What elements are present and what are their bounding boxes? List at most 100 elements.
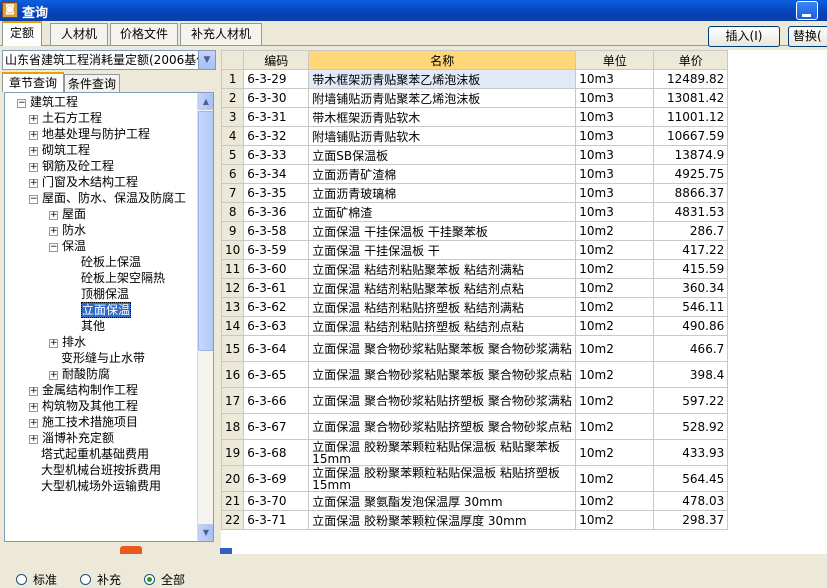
expand-icon[interactable]: + [29,131,38,140]
tree-item-label: 立面保温 [81,302,132,318]
table-row[interactable]: 15 6-3-64 立面保温 聚合物砂浆粘贴聚苯板 聚合物砂浆满粘 10m2 466.7 [221,335,729,362]
cell-name: 带木框架沥青贴聚苯乙烯泡沫板 [308,69,577,89]
row-number: 9 [221,221,245,241]
orange-icon[interactable] [120,546,142,554]
header-code[interactable]: 编码 [243,50,310,70]
table-row[interactable]: 14 6-3-63 立面保温 粘结剂粘贴挤塑板 粘结剂点粘 10m2 490.86 [221,316,729,336]
table-row[interactable]: 17 6-3-66 立面保温 聚合物砂浆粘贴挤塑板 聚合物砂浆满粘 10m2 597.2… [221,387,729,414]
chapter-tree[interactable]: − 建筑工程 + 土石方工程 + 地基处理与防护工程 + 砌筑工程 + 钢筋及砼工程 + 门窗及木结构… [4,92,214,542]
row-number: 7 [221,183,245,203]
filter-standard[interactable]: 标准 [16,572,57,588]
tree-item[interactable]: + 砌筑工程 [29,142,90,158]
tree-item[interactable]: + 屋面 [49,206,86,222]
table-row[interactable]: 12 6-3-61 立面保温 粘结剂粘贴聚苯板 粘结剂点粘 10m2 360.34 [221,278,729,298]
table-row[interactable]: 2 6-3-30 附墙铺贴沥青贴聚苯乙烯泡沫板 10m3 13081.42 [221,88,729,108]
table-row[interactable]: 6 6-3-34 立面沥青矿渣棉 10m3 4925.75 [221,164,729,184]
tree-scrollbar[interactable]: ▲ ▼ [197,93,213,541]
collapse-icon[interactable]: − [29,195,38,204]
minimize-button[interactable] [796,1,818,20]
tab-chapter-query[interactable]: 章节查询 [2,72,64,92]
blue-icon[interactable] [220,548,232,554]
quota-table[interactable]: 编码 名称 单位 单价 1 6-3-29 带木框架沥青贴聚苯乙烯泡沫板 10m3 124… [221,50,827,554]
tree-item[interactable]: 大型机械台班按拆费用 [41,462,161,478]
quota-library-select[interactable]: 山东省建筑工程消耗量定额(2006基价 ▼ [2,50,216,70]
table-row[interactable]: 22 6-3-71 立面保温 胶粉聚苯颗粒保温厚度 30mm 10m2 298.37 [221,510,729,530]
expand-icon[interactable]: + [29,147,38,156]
expand-icon[interactable]: + [29,419,38,428]
table-row[interactable]: 5 6-3-33 立面SB保温板 10m3 13874.9 [221,145,729,165]
expand-icon[interactable]: + [29,179,38,188]
table-row[interactable]: 1 6-3-29 带木框架沥青贴聚苯乙烯泡沫板 10m3 12489.82 [221,69,729,89]
table-row[interactable]: 8 6-3-36 立面矿棉渣 10m3 4831.53 [221,202,729,222]
table-row[interactable]: 7 6-3-35 立面沥青玻璃棉 10m3 8866.37 [221,183,729,203]
tree-item[interactable]: 变形缝与止水带 [61,350,145,366]
tab-price-file[interactable]: 价格文件 [110,23,178,45]
table-row[interactable]: 11 6-3-60 立面保温 粘结剂粘贴聚苯板 粘结剂满粘 10m2 415.59 [221,259,729,279]
tree-item[interactable]: + 淄博补充定额 [29,430,114,446]
expand-icon[interactable]: + [49,371,58,380]
tree-item[interactable]: 塔式起重机基础费用 [41,446,149,462]
tab-labor-material-machine[interactable]: 人材机 [50,23,108,45]
tree-item[interactable]: − 建筑工程 [17,94,78,110]
tree-item[interactable]: + 门窗及木结构工程 [29,174,138,190]
tree-item[interactable]: + 防水 [49,222,86,238]
tree-item[interactable]: + 地基处理与防护工程 [29,126,150,142]
table-row[interactable]: 20 6-3-69 立面保温 胶粉聚苯颗粒粘贴保温板 粘贴挤塑板15mm 10m2 56… [221,465,729,492]
table-row[interactable]: 21 6-3-70 立面保温 聚氨酯发泡保温厚 30mm 10m2 478.03 [221,491,729,511]
expand-icon[interactable]: + [29,403,38,412]
header-name[interactable]: 名称 [308,50,577,70]
cell-code: 6-3-61 [243,278,310,298]
expand-icon[interactable]: + [49,211,58,220]
tree-item[interactable]: − 保温 [49,238,86,254]
table-row[interactable]: 3 6-3-31 带木框架沥青贴软木 10m3 11001.12 [221,107,729,127]
tree-item[interactable]: + 钢筋及砼工程 [29,158,114,174]
tab-supplement-material[interactable]: 补充人材机 [180,23,262,45]
header-unit[interactable]: 单位 [575,50,655,70]
cell-unit: 10m2 [575,335,655,362]
expand-icon[interactable]: + [29,163,38,172]
tree-item[interactable]: 其他 [81,318,105,334]
radio-supplement[interactable] [80,574,91,585]
table-row[interactable]: 13 6-3-62 立面保温 粘结剂粘贴挤塑板 粘结剂满粘 10m2 546.11 [221,297,729,317]
table-row[interactable]: 4 6-3-32 附墙铺贴沥青贴软木 10m3 10667.59 [221,126,729,146]
replace-button[interactable]: 替换( [788,26,827,47]
collapse-icon[interactable]: − [49,243,58,252]
tree-item[interactable]: + 金属结构制作工程 [29,382,138,398]
tree-item[interactable]: − 屋面、防水、保温及防腐工 [29,190,186,206]
table-row[interactable]: 9 6-3-58 立面保温 干挂保温板 干挂聚苯板 10m2 286.7 [221,221,729,241]
radio-all[interactable] [144,574,155,585]
tree-item[interactable]: + 土石方工程 [29,110,102,126]
radio-standard[interactable] [16,574,27,585]
row-number: 20 [221,465,245,492]
tree-item[interactable]: 顶棚保温 [81,286,129,302]
filter-all[interactable]: 全部 [144,572,185,588]
scroll-up-icon[interactable]: ▲ [198,93,213,110]
tree-item[interactable]: + 施工技术措施项目 [29,414,138,430]
filter-supplement[interactable]: 补充 [80,572,121,588]
cell-code: 6-3-31 [243,107,310,127]
tree-item[interactable]: + 耐酸防腐 [49,366,110,382]
table-row[interactable]: 16 6-3-65 立面保温 聚合物砂浆粘贴聚苯板 聚合物砂浆点粘 10m2 398.4 [221,361,729,388]
insert-button[interactable]: 插入(I) [708,26,780,47]
expand-icon[interactable]: + [29,115,38,124]
scroll-thumb[interactable] [198,111,213,351]
tree-item[interactable]: + 构筑物及其他工程 [29,398,138,414]
table-row[interactable]: 19 6-3-68 立面保温 胶粉聚苯颗粒粘贴保温板 粘贴聚苯板15mm 10m2 43… [221,439,729,466]
table-row[interactable]: 10 6-3-59 立面保温 干挂保温板 干 10m2 417.22 [221,240,729,260]
expand-icon[interactable]: + [49,227,58,236]
chevron-down-icon[interactable]: ▼ [198,51,215,69]
expand-icon[interactable]: + [49,339,58,348]
tree-item[interactable]: 砼板上架空隔热 [81,270,165,286]
expand-icon[interactable]: + [29,387,38,396]
tab-condition-query[interactable]: 条件查询 [64,74,120,94]
expand-icon[interactable]: + [29,435,38,444]
tree-item[interactable]: 砼板上保温 [81,254,141,270]
table-row[interactable]: 18 6-3-67 立面保温 聚合物砂浆粘贴挤塑板 聚合物砂浆点粘 10m2 528.9… [221,413,729,440]
tab-quota[interactable]: 定额 [2,21,42,46]
tree-item[interactable]: + 排水 [49,334,86,350]
header-price[interactable]: 单价 [653,50,729,70]
tree-item[interactable]: 立面保温 [81,302,132,318]
tree-item[interactable]: 大型机械场外运输费用 [41,478,161,494]
scroll-down-icon[interactable]: ▼ [198,524,213,541]
collapse-icon[interactable]: − [17,99,26,108]
